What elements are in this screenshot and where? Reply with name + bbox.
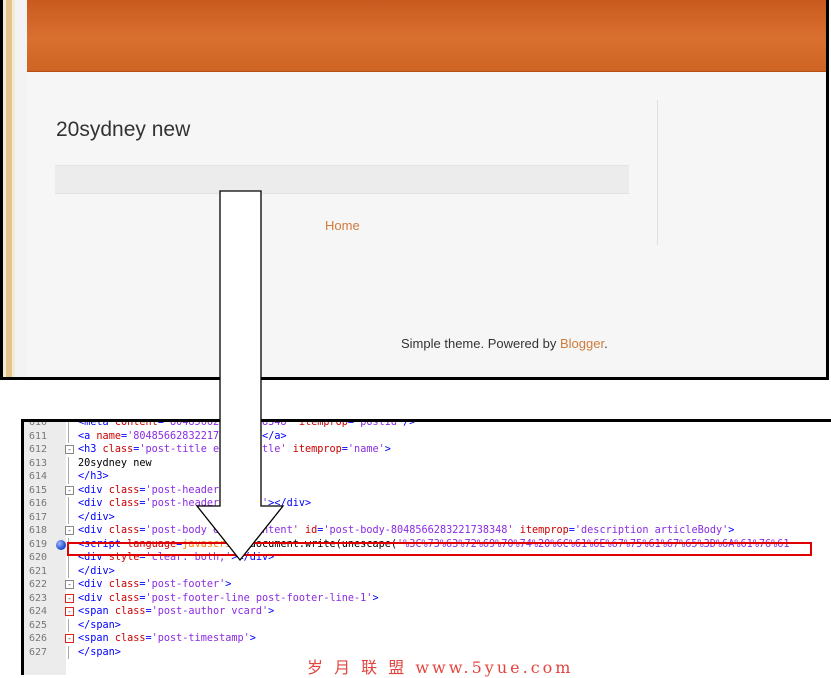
down-arrow-icon: [195, 190, 285, 562]
